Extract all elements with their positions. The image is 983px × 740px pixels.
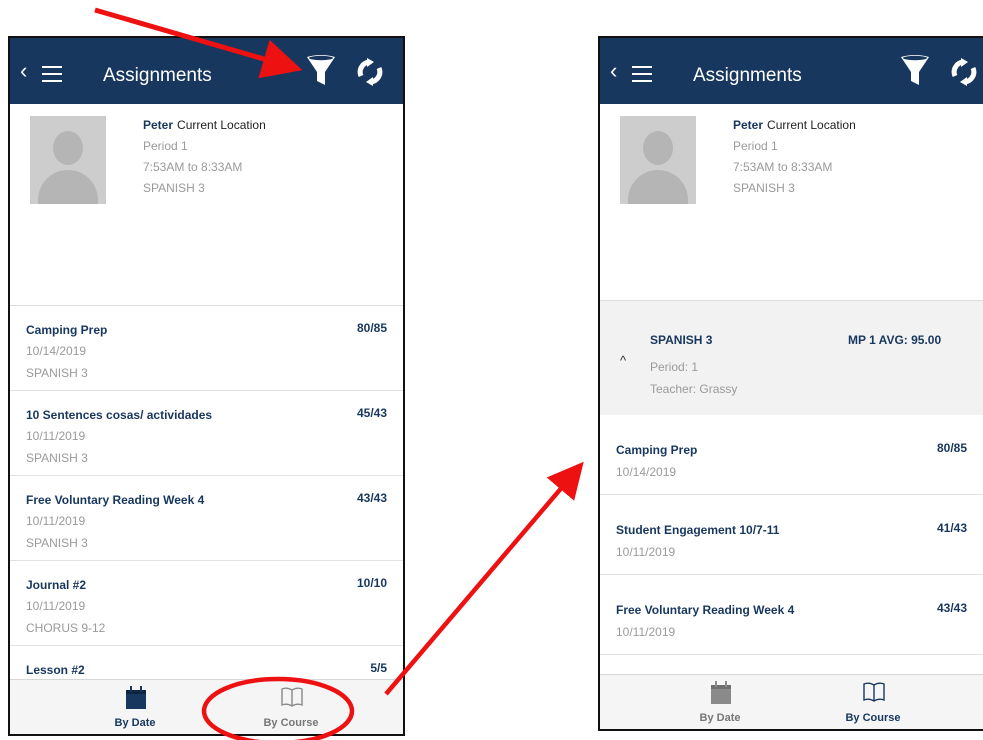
- assignment-date: 10/14/2019: [26, 344, 87, 358]
- assignment-name: Lesson #2: [26, 663, 85, 677]
- profile-info: Peter Current Location Period 1 7:53AM to…: [143, 115, 266, 199]
- student-profile: Peter Current Location Period 1 7:53AM to…: [10, 104, 403, 304]
- assignment-name: Free Voluntary Reading Week 4: [616, 603, 795, 617]
- student-profile: Peter Current Location Period 1 7:53AM to…: [600, 104, 983, 304]
- bottom-tab-bar: By Date By Course: [600, 674, 983, 729]
- assignment-score: 43/43: [356, 491, 387, 505]
- assignment-score: 80/85: [356, 321, 387, 335]
- tab-by-date[interactable]: By Date: [655, 675, 785, 729]
- profile-time: 7:53AM to 8:33AM: [733, 160, 833, 174]
- app-header: ‹ Assignments: [600, 38, 983, 104]
- right-screen: ‹ Assignments Peter Current Location Peri…: [598, 36, 983, 731]
- assignment-date: 10/14/2019: [616, 465, 677, 479]
- assignment-score: 41/43: [936, 521, 967, 535]
- back-icon[interactable]: ‹: [610, 60, 617, 82]
- assignment-list: Camping Prep 80/85 10/14/2019 Student En…: [600, 415, 983, 655]
- assignment-row[interactable]: Free Voluntary Reading Week 4 43/43 10/1…: [10, 476, 403, 561]
- assignment-course: SPANISH 3: [26, 366, 88, 380]
- app-header: ‹ Assignments: [10, 38, 403, 104]
- assignment-name: Camping Prep: [26, 323, 108, 337]
- tab-label: By Date: [114, 717, 156, 729]
- assignment-date: 10/11/2019: [616, 545, 676, 559]
- current-location: Current Location: [767, 118, 856, 132]
- tab-label: By Course: [263, 717, 319, 729]
- student-name: Peter: [733, 118, 764, 132]
- hamburger-icon[interactable]: [42, 66, 62, 82]
- calendar-icon: [125, 686, 147, 715]
- course-group-header[interactable]: SPANISH 3 MP 1 AVG: 95.00 ^ Period: 1 Te…: [600, 300, 983, 416]
- hamburger-icon[interactable]: [632, 66, 652, 82]
- tab-by-course[interactable]: By Course: [808, 675, 938, 729]
- assignment-row[interactable]: 10 Sentences cosas/ actividades 45/43 10…: [10, 391, 403, 476]
- bottom-tab-bar: By Date By Course: [10, 679, 403, 734]
- profile-course: SPANISH 3: [143, 181, 205, 195]
- assignment-row[interactable]: Camping Prep 80/85 10/14/2019: [600, 415, 983, 495]
- funnel-icon[interactable]: [899, 54, 931, 93]
- assignment-date: 10/11/2019: [26, 514, 86, 528]
- profile-period: Period 1: [143, 139, 188, 153]
- assignment-date: 10/11/2019: [26, 599, 86, 613]
- book-icon: [281, 686, 303, 713]
- assignment-row[interactable]: Free Voluntary Reading Week 4 43/43 10/1…: [600, 575, 983, 655]
- tab-label: By Date: [699, 712, 741, 724]
- assignment-name: 10 Sentences cosas/ actividades: [26, 408, 213, 422]
- tab-by-date[interactable]: By Date: [70, 680, 200, 734]
- current-location: Current Location: [177, 118, 266, 132]
- profile-period: Period 1: [733, 139, 778, 153]
- course-teacher: Teacher: Grassy: [650, 382, 738, 396]
- assignment-score: 5/5: [370, 661, 387, 675]
- assignment-score: 43/43: [936, 601, 967, 615]
- student-name: Peter: [143, 118, 174, 132]
- assignment-name: Camping Prep: [616, 443, 698, 457]
- arrow-to-course-view: [384, 461, 584, 696]
- assignment-row[interactable]: Student Engagement 10/7-11 41/43 10/11/2…: [600, 495, 983, 575]
- assignment-score: 10/10: [356, 576, 387, 590]
- tab-by-course[interactable]: By Course: [226, 680, 356, 734]
- assignment-list: Camping Prep 80/85 10/14/2019 SPANISH 3 …: [10, 305, 403, 731]
- tab-label: By Course: [845, 712, 901, 724]
- course-average: MP 1 AVG: 95.00: [848, 333, 942, 347]
- assignment-date: 10/11/2019: [26, 429, 86, 443]
- assignment-course: CHORUS 9-12: [26, 621, 106, 635]
- assignment-score: 45/43: [356, 406, 387, 420]
- refresh-icon[interactable]: [357, 58, 383, 91]
- avatar: [620, 116, 696, 204]
- collapse-chevron-icon[interactable]: ^: [620, 353, 626, 368]
- left-screen: ‹ Assignments Peter Current Location Peri…: [8, 36, 405, 736]
- course-name: SPANISH 3: [650, 333, 713, 347]
- course-period: Period: 1: [650, 360, 699, 374]
- page-title: Assignments: [103, 65, 212, 86]
- profile-course: SPANISH 3: [733, 181, 795, 195]
- assignment-course: SPANISH 3: [26, 536, 88, 550]
- assignment-name: Student Engagement 10/7-11: [616, 523, 780, 537]
- avatar: [30, 116, 106, 204]
- calendar-icon: [710, 681, 732, 710]
- assignment-date: 10/11/2019: [616, 625, 676, 639]
- assignment-score: 80/85: [936, 441, 967, 455]
- profile-info: Peter Current Location Period 1 7:53AM to…: [733, 115, 856, 199]
- refresh-icon[interactable]: [951, 58, 977, 91]
- back-icon[interactable]: ‹: [20, 60, 27, 82]
- assignment-course: SPANISH 3: [26, 451, 88, 465]
- assignment-name: Free Voluntary Reading Week 4: [26, 493, 205, 507]
- funnel-icon[interactable]: [305, 54, 337, 93]
- assignment-row[interactable]: Journal #2 10/10 10/11/2019 CHORUS 9-12: [10, 561, 403, 646]
- assignment-name: Journal #2: [26, 578, 87, 592]
- page-title: Assignments: [693, 65, 802, 86]
- book-icon: [863, 681, 885, 708]
- assignment-row[interactable]: Camping Prep 80/85 10/14/2019 SPANISH 3: [10, 306, 403, 391]
- profile-time: 7:53AM to 8:33AM: [143, 160, 243, 174]
